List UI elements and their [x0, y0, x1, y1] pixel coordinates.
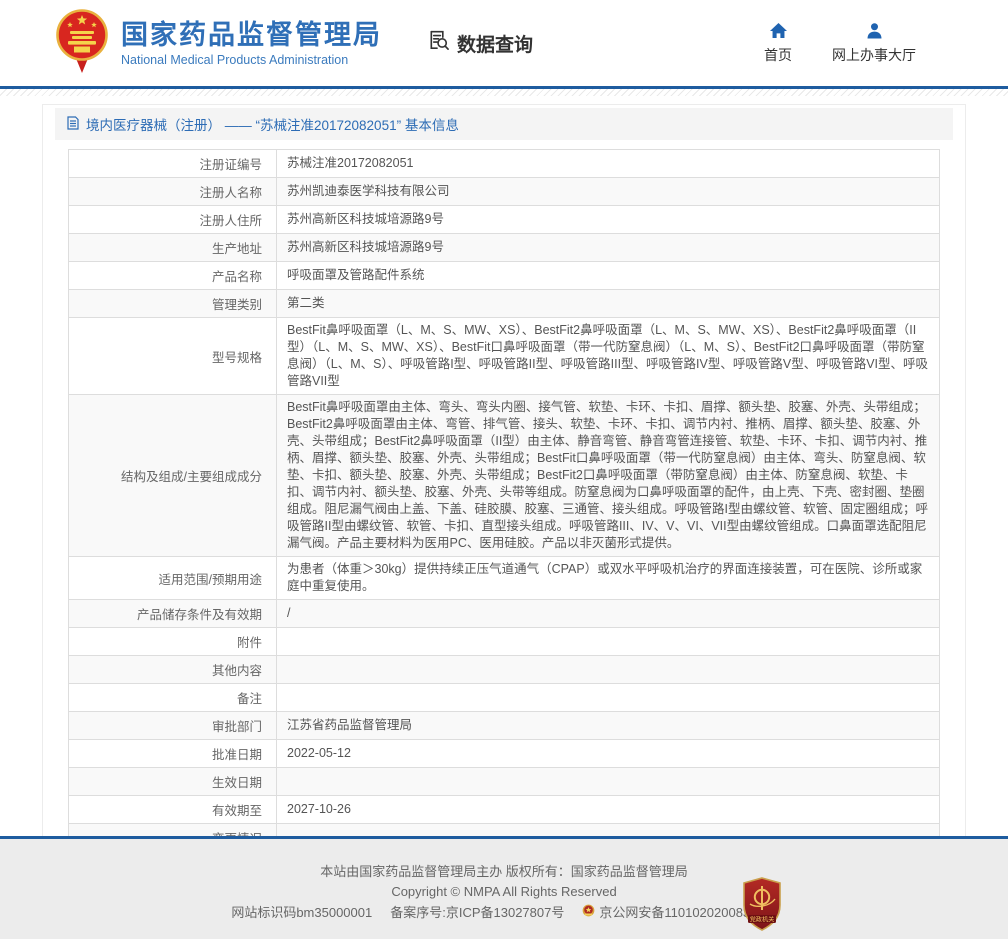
- table-row: 产品名称 呼吸面罩及管路配件系统: [68, 261, 940, 290]
- agency-title: 国家药品监督管理局: [121, 19, 382, 50]
- table-row: 批准日期 2022-05-12: [68, 739, 940, 768]
- table-row: 附件: [68, 627, 940, 656]
- data-query-module[interactable]: 数据查询: [427, 29, 533, 58]
- brand: 国家药品监督管理局 National Medical Products Admi…: [55, 8, 382, 78]
- header-nav: 首页 网上办事大厅: [764, 22, 916, 65]
- row-value: [276, 767, 940, 796]
- row-value: 苏州凯迪泰医学科技有限公司: [276, 177, 940, 206]
- row-label: 审批部门: [68, 711, 277, 740]
- table-row: 生效日期: [68, 767, 940, 796]
- row-label: 注册证编号: [68, 149, 277, 178]
- table-row: 管理类别 第二类: [68, 289, 940, 318]
- row-label: 产品储存条件及有效期: [68, 599, 277, 628]
- row-label: 生产地址: [68, 233, 277, 262]
- row-value: 苏州高新区科技城培源路9号: [276, 205, 940, 234]
- row-label: 产品名称: [68, 261, 277, 290]
- icp-record-link[interactable]: 备案序号:京ICP备13027807号: [390, 903, 564, 923]
- hatch-strip: [0, 89, 1008, 96]
- row-label: 管理类别: [68, 289, 277, 318]
- row-label: 其他内容: [68, 655, 277, 684]
- site-header: 国家药品监督管理局 National Medical Products Admi…: [0, 0, 1008, 86]
- row-label: 适用范围/预期用途: [68, 556, 277, 600]
- table-row: 注册人住所 苏州高新区科技城培源路9号: [68, 205, 940, 234]
- row-value: 2027-10-26: [276, 795, 940, 824]
- doc-search-icon: [427, 29, 450, 58]
- nav-hall-label: 网上办事大厅: [832, 46, 916, 63]
- row-value: [276, 655, 940, 684]
- row-label: 有效期至: [68, 795, 277, 824]
- home-icon: [769, 22, 788, 42]
- row-label: 附件: [68, 627, 277, 656]
- row-label: 注册人名称: [68, 177, 277, 206]
- table-row: 审批部门 江苏省药品监督管理局: [68, 711, 940, 740]
- table-row: 注册证编号 苏械注准20172082051: [68, 149, 940, 178]
- site-code: 网站标识码bm35000001: [231, 905, 373, 920]
- agency-subtitle: National Medical Products Administration: [121, 52, 349, 67]
- row-value: 2022-05-12: [276, 739, 940, 768]
- nav-home-label: 首页: [764, 46, 792, 63]
- table-row: 型号规格 BestFit鼻呼吸面罩（L、M、S、MW、XS）、BestFit2鼻呼…: [68, 317, 940, 395]
- row-value: 苏州高新区科技城培源路9号: [276, 233, 940, 262]
- footer-line2: Copyright © NMPA All Rights Reserved: [391, 884, 617, 899]
- row-label: 结构及组成/主要组成成分: [68, 394, 277, 557]
- gov-shield-badge: 党政机关: [742, 877, 782, 936]
- table-row: 注册人名称 苏州凯迪泰医学科技有限公司: [68, 177, 940, 206]
- row-value: 第二类: [276, 289, 940, 318]
- nav-service-hall[interactable]: 网上办事大厅: [832, 22, 916, 65]
- brand-text: 国家药品监督管理局 National Medical Products Admi…: [121, 20, 382, 67]
- row-label: 批准日期: [68, 739, 277, 768]
- row-label: 型号规格: [68, 317, 277, 395]
- content-card: 境内医疗器械（注册） —— “苏械注准20172082051” 基本信息 注册证…: [42, 104, 966, 895]
- footer-text: 本站由国家药品监督管理局主办 版权所有：国家药品监督管理局 Copyright …: [0, 839, 1008, 923]
- table-row: 其他内容: [68, 655, 940, 684]
- police-badge-icon: [582, 903, 595, 923]
- gov-badge-text: 党政机关: [750, 915, 775, 923]
- table-row: 备注: [68, 683, 940, 712]
- row-value: [276, 683, 940, 712]
- module-title: 数据查询: [457, 34, 534, 56]
- row-value: 呼吸面罩及管路配件系统: [276, 261, 940, 290]
- footer-line1: 本站由国家药品监督管理局主办 版权所有：国家药品监督管理局: [320, 864, 688, 879]
- row-value: 江苏省药品监督管理局: [276, 711, 940, 740]
- row-value: BestFit鼻呼吸面罩（L、M、S、MW、XS）、BestFit2鼻呼吸面罩（…: [276, 317, 940, 395]
- table-row: 适用范围/预期用途 为患者（体重＞30kg）提供持续正压气道通气（CPAP）或双水…: [68, 556, 940, 600]
- site-footer: 本站由国家药品监督管理局主办 版权所有：国家药品监督管理局 Copyright …: [0, 836, 1008, 939]
- row-value: 苏械注准20172082051: [276, 149, 940, 178]
- table-row: 生产地址 苏州高新区科技城培源路9号: [68, 233, 940, 262]
- row-label: 注册人住所: [68, 205, 277, 234]
- row-value: [276, 627, 940, 656]
- row-value: /: [276, 599, 940, 628]
- footer-line3: 网站标识码bm35000001 备案序号:京ICP备13027807号 京公网安…: [0, 903, 1008, 923]
- row-value: 为患者（体重＞30kg）提供持续正压气道通气（CPAP）或双水平呼吸机治疗的界面…: [276, 556, 940, 600]
- nmpa-emblem-icon: [55, 8, 109, 78]
- registration-info-table: 注册证编号 苏械注准20172082051 注册人名称 苏州凯迪泰医学科技有限公司 注册…: [68, 149, 940, 880]
- user-icon: [865, 22, 884, 42]
- row-label: 生效日期: [68, 767, 277, 796]
- breadcrumb-text: 境内医疗器械（注册） —— “苏械注准20172082051” 基本信息: [86, 118, 459, 133]
- nav-home[interactable]: 首页: [764, 22, 792, 65]
- row-value: BestFit鼻呼吸面罩由主体、弯头、弯头内圈、接气管、软垫、卡环、卡扣、眉撑、…: [276, 394, 940, 557]
- table-row: 产品储存条件及有效期 /: [68, 599, 940, 628]
- page-icon: [67, 115, 79, 133]
- table-row: 有效期至 2027-10-26: [68, 795, 940, 824]
- row-label: 备注: [68, 683, 277, 712]
- table-row: 结构及组成/主要组成成分 BestFit鼻呼吸面罩由主体、弯头、弯头内圈、接气管、…: [68, 394, 940, 557]
- breadcrumb: 境内医疗器械（注册） —— “苏械注准20172082051” 基本信息: [55, 108, 953, 140]
